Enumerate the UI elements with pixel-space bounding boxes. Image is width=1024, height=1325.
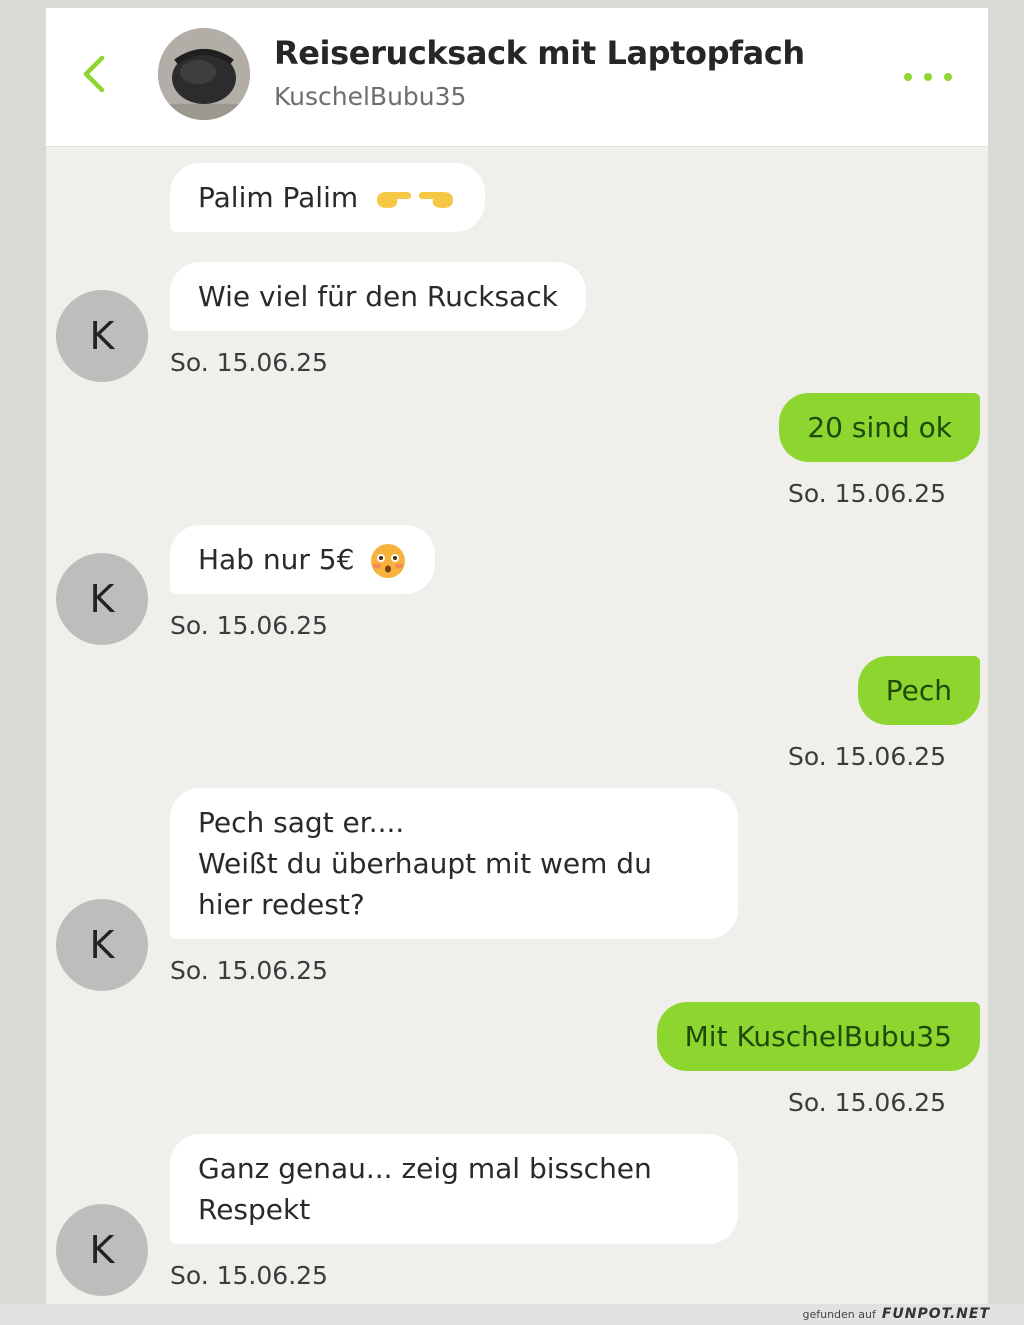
chat-screen: Reiserucksack mit Laptopfach KuschelBubu… <box>46 8 988 1304</box>
message-timestamp: So. 15.06.25 <box>170 1261 328 1290</box>
message-timestamp: So. 15.06.25 <box>170 956 328 985</box>
watermark: gefunden auf FUNPOT.NET <box>802 1306 990 1322</box>
avatar-letter: K <box>89 314 115 358</box>
watermark-brand: FUNPOT.NET <box>881 1306 990 1322</box>
pointing-hands-emoji <box>377 192 454 208</box>
message-text-line: Ganz genau... zeig mal bisschen <box>198 1152 652 1185</box>
message-timestamp: So. 15.06.25 <box>170 348 328 377</box>
avatar[interactable]: K <box>56 899 148 991</box>
message-bubble-outgoing[interactable]: Pech <box>857 656 980 725</box>
message-timestamp: So. 15.06.25 <box>170 611 328 640</box>
avatar-letter: K <box>89 1228 115 1272</box>
message-timestamp: So. 15.06.25 <box>788 1088 946 1117</box>
message-bubble-incoming[interactable]: Palim Palim <box>170 163 486 232</box>
message-bubble-incoming[interactable]: Wie viel für den Rucksack <box>170 262 586 331</box>
message-text: Mit KuschelBubu35 <box>684 1020 952 1053</box>
more-dots-icon[interactable] <box>898 66 958 88</box>
product-thumbnail[interactable] <box>158 28 250 120</box>
watermark-bar: gefunden auf FUNPOT.NET <box>0 1304 1024 1325</box>
message-bubble-incoming[interactable]: Ganz genau... zeig mal bisschen Respekt <box>170 1134 738 1244</box>
message-bubble-outgoing[interactable]: Mit KuschelBubu35 <box>656 1002 980 1071</box>
message-text-line: Respekt <box>198 1193 311 1226</box>
message-text-line: Weißt du überhaupt mit wem du <box>198 847 652 880</box>
chat-header: Reiserucksack mit Laptopfach KuschelBubu… <box>46 8 988 147</box>
seller-username: KuschelBubu35 <box>274 82 467 111</box>
avatar[interactable]: K <box>56 290 148 382</box>
message-text-line: Pech sagt er.... <box>198 806 405 839</box>
message-text: Wie viel für den Rucksack <box>198 280 558 313</box>
flushed-face-emoji <box>371 544 406 578</box>
message-bubble-incoming[interactable]: Pech sagt er.... Weißt du überhaupt mit … <box>170 788 738 939</box>
message-timestamp: So. 15.06.25 <box>788 479 946 508</box>
avatar-letter: K <box>89 923 115 967</box>
message-text: Hab nur 5€ <box>198 543 355 576</box>
avatar[interactable]: K <box>56 1204 148 1296</box>
listing-title: Reiserucksack mit Laptopfach <box>274 34 805 72</box>
watermark-prefix: gefunden auf <box>802 1308 876 1321</box>
message-bubble-outgoing[interactable]: 20 sind ok <box>779 393 980 462</box>
avatar-letter: K <box>89 577 115 621</box>
message-text: Pech <box>885 674 952 707</box>
chevron-left-icon[interactable] <box>76 52 112 96</box>
message-bubble-incoming[interactable]: Hab nur 5€ <box>170 525 436 594</box>
message-timestamp: So. 15.06.25 <box>788 742 946 771</box>
message-text: 20 sind ok <box>807 411 952 444</box>
message-text: Palim Palim <box>198 181 359 214</box>
avatar[interactable]: K <box>56 553 148 645</box>
backpack-photo <box>158 28 250 120</box>
message-text-line: hier redest? <box>198 888 365 921</box>
